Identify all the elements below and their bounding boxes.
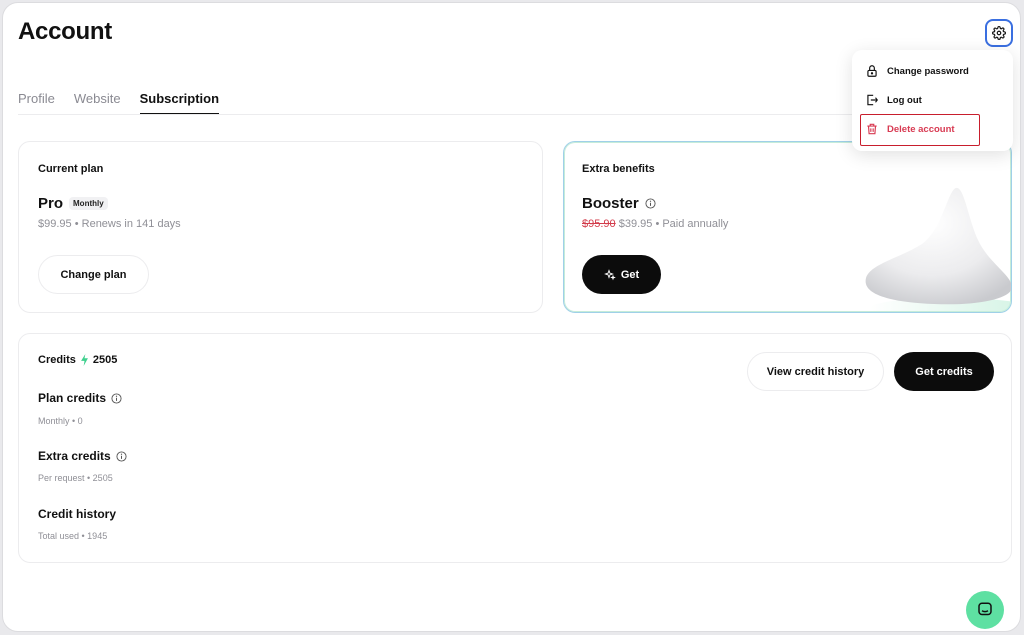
change-plan-button[interactable]: Change plan	[38, 255, 149, 294]
credits-header: Credits 2505	[38, 354, 117, 366]
credits-card: Credits 2505 View credit history Get cre…	[18, 333, 1012, 563]
plan-renewal: • Renews in 141 days	[74, 218, 181, 230]
extra-credits-title: Extra credits	[38, 449, 111, 463]
booster-old-price: $95.90	[582, 218, 616, 230]
plan-credits-sub: Monthly • 0	[38, 416, 83, 426]
credits-label: Credits	[38, 354, 76, 366]
plan-credits-row: Plan credits	[38, 391, 122, 405]
booster-name-row: Booster	[582, 195, 656, 212]
menu-item-label: Change password	[887, 65, 969, 77]
plan-credits-title: Plan credits	[38, 391, 107, 405]
credit-history-sub: Total used • 1945	[38, 531, 108, 541]
menu-item-change-password[interactable]: Change password	[865, 64, 969, 78]
get-booster-label: Get	[620, 268, 640, 281]
credits-total: 2505	[92, 354, 118, 366]
trash-icon	[867, 123, 877, 135]
gear-icon	[992, 26, 1006, 40]
info-icon[interactable]	[645, 198, 656, 209]
booster-new-price: $39.95	[618, 218, 653, 230]
booster-name: Booster	[582, 195, 639, 212]
extra-credits-row: Extra credits	[38, 449, 127, 463]
plan-price-line: $99.95 • Renews in 141 days	[38, 218, 181, 230]
app-window: Account Profile Website Subscription Cur…	[2, 2, 1021, 632]
menu-item-label: Delete account	[887, 123, 955, 135]
extra-benefits-card: Extra benefits Booster $95.90 $39.95 • P…	[563, 141, 1012, 313]
booster-illustration	[865, 187, 1011, 312]
extra-benefits-label: Extra benefits	[582, 163, 655, 175]
lock-icon	[867, 65, 877, 77]
tab-bar: Profile Website Subscription	[18, 91, 220, 115]
plan-name: Pro	[38, 195, 64, 212]
chat-icon	[978, 602, 992, 616]
menu-item-label: Log out	[887, 94, 922, 106]
plan-name-row: Pro Monthly	[38, 195, 108, 212]
get-credits-button[interactable]: Get credits	[894, 352, 994, 391]
tab-subscription[interactable]: Subscription	[139, 91, 220, 115]
settings-button[interactable]	[985, 19, 1013, 47]
view-credit-history-button[interactable]: View credit history	[747, 352, 884, 391]
menu-item-delete-account[interactable]: Delete account	[865, 122, 955, 136]
booster-price-line: $95.90 $39.95 • Paid annually	[582, 218, 728, 230]
credit-history-title: Credit history	[38, 507, 117, 521]
billing-badge: Monthly	[69, 197, 108, 210]
credit-history-row: Credit history	[38, 507, 116, 521]
page-title: Account	[18, 18, 112, 45]
current-plan-card: Current plan Pro Monthly $99.95 • Renews…	[18, 141, 543, 313]
lightning-icon	[80, 354, 88, 366]
logout-icon	[867, 94, 878, 106]
chat-button[interactable]	[966, 591, 1004, 629]
sparkle-icon	[603, 268, 616, 280]
settings-menu: Change password Log out Delete account	[852, 50, 1013, 151]
current-plan-label: Current plan	[38, 163, 104, 175]
plan-price: $99.95	[38, 218, 72, 230]
info-icon[interactable]	[116, 450, 127, 462]
get-booster-button[interactable]: Get	[582, 255, 661, 294]
info-icon[interactable]	[111, 392, 122, 404]
tab-profile[interactable]: Profile	[18, 91, 55, 115]
menu-item-log-out[interactable]: Log out	[865, 93, 922, 107]
extra-credits-sub: Per request • 2505	[38, 473, 113, 483]
tab-website[interactable]: Website	[74, 91, 121, 115]
booster-billing: • Paid annually	[655, 218, 729, 230]
